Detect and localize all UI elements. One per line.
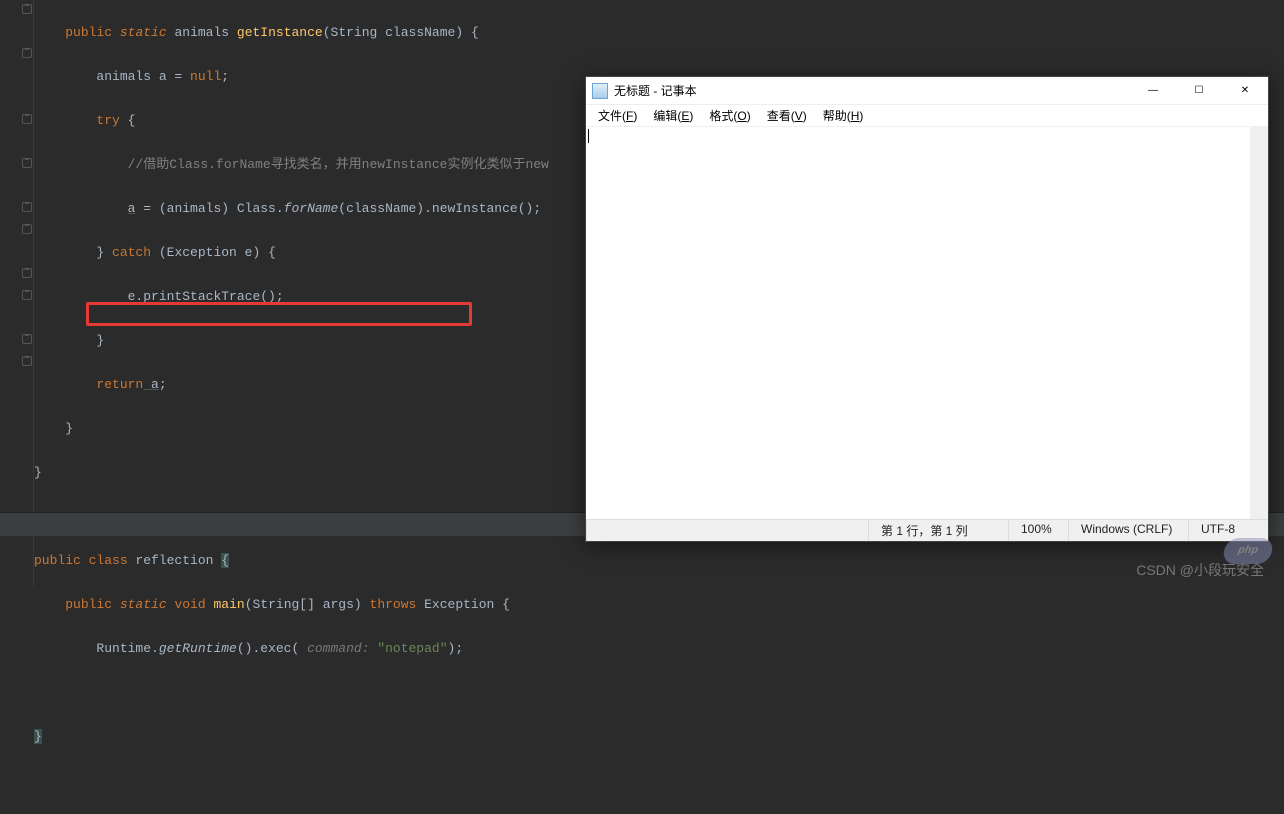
- params: (String[] args): [245, 597, 370, 612]
- brace: }: [34, 729, 42, 744]
- kw-return: return: [96, 377, 143, 392]
- notepad-title: 无标题 - 记事本: [614, 82, 697, 99]
- status-eol: Windows (CRLF): [1068, 520, 1188, 541]
- var-a: a: [143, 377, 159, 392]
- brace: }: [34, 465, 42, 480]
- kw-class: class: [81, 553, 136, 568]
- scrollbar-thumb[interactable]: [1250, 127, 1268, 157]
- text-cursor: [588, 129, 589, 143]
- fold-marker[interactable]: [22, 48, 32, 58]
- csdn-watermark: CSDN @小段玩安全: [1136, 560, 1264, 580]
- editor-gutter: [0, 0, 34, 586]
- params: (String className) {: [323, 25, 479, 40]
- code-text: ().exec(: [237, 641, 299, 656]
- code-text: = (animals) Class.: [135, 201, 283, 216]
- menu-file[interactable]: 文件(F): [592, 106, 643, 125]
- brace: {: [221, 553, 229, 568]
- kw-catch: catch: [112, 245, 151, 260]
- brace: {: [502, 597, 510, 612]
- kw-try: try: [96, 113, 119, 128]
- semi: ;: [159, 377, 167, 392]
- status-cursor-pos: 第 1 行，第 1 列: [868, 520, 1008, 541]
- fold-marker[interactable]: [22, 356, 32, 366]
- brace: }: [65, 421, 73, 436]
- notepad-statusbar: 第 1 行，第 1 列 100% Windows (CRLF) UTF-8: [586, 519, 1268, 541]
- fold-marker[interactable]: [22, 268, 32, 278]
- method-name: getInstance: [237, 25, 323, 40]
- brace: {: [120, 113, 136, 128]
- highlight-box: [86, 302, 472, 326]
- menu-format[interactable]: 格式(O): [703, 106, 756, 125]
- fold-marker[interactable]: [22, 4, 32, 14]
- semi: ;: [221, 69, 229, 84]
- kw-static: static: [120, 25, 167, 40]
- notepad-textarea[interactable]: ▾: [586, 127, 1268, 519]
- method-main: main: [206, 597, 245, 612]
- maximize-button[interactable]: ☐: [1176, 77, 1222, 105]
- kw-void: void: [174, 597, 205, 612]
- fold-marker[interactable]: [22, 224, 32, 234]
- code-text: Runtime.: [96, 641, 158, 656]
- param-hint: command:: [299, 641, 377, 656]
- kw-public: public: [65, 597, 112, 612]
- code-text: (className).newInstance();: [338, 201, 541, 216]
- menu-view[interactable]: 查看(V): [761, 106, 813, 125]
- kw-throws: throws: [370, 597, 417, 612]
- method-getRuntime: getRuntime: [159, 641, 237, 656]
- fold-marker[interactable]: [22, 290, 32, 300]
- exc-type: Exception: [416, 597, 502, 612]
- code-text: );: [448, 641, 464, 656]
- string-literal: "notepad": [377, 641, 447, 656]
- fold-marker[interactable]: [22, 202, 32, 212]
- fold-marker[interactable]: [22, 158, 32, 168]
- fold-marker[interactable]: [22, 334, 32, 344]
- return-type: animals: [174, 25, 229, 40]
- notepad-titlebar[interactable]: 无标题 - 记事本 — ☐ ✕: [586, 77, 1268, 105]
- scrollbar-down-button[interactable]: ▾: [1250, 501, 1268, 519]
- comment: //借助Class.forName寻找类名，并用newInstance实例化类似…: [128, 157, 549, 172]
- notepad-icon: [592, 83, 608, 99]
- method-forName: forName: [284, 201, 339, 216]
- code-text: (Exception e) {: [151, 245, 276, 260]
- kw-static: static: [112, 597, 174, 612]
- code-text: animals a =: [96, 69, 190, 84]
- minimize-button[interactable]: —: [1130, 77, 1176, 105]
- kw-null: null: [190, 69, 221, 84]
- menu-help[interactable]: 帮助(H): [817, 106, 870, 125]
- brace: }: [96, 245, 112, 260]
- notepad-menubar[interactable]: 文件(F) 编辑(E) 格式(O) 查看(V) 帮助(H): [586, 105, 1268, 127]
- close-button[interactable]: ✕: [1222, 77, 1268, 105]
- class-name: reflection: [135, 553, 221, 568]
- kw-public: public: [34, 553, 81, 568]
- menu-edit[interactable]: 编辑(E): [647, 106, 699, 125]
- kw-public: public: [65, 25, 112, 40]
- fold-marker[interactable]: [22, 114, 32, 124]
- status-zoom: 100%: [1008, 520, 1068, 541]
- notepad-window[interactable]: 无标题 - 记事本 — ☐ ✕ 文件(F) 编辑(E) 格式(O) 查看(V) …: [585, 76, 1269, 542]
- brace: }: [96, 333, 104, 348]
